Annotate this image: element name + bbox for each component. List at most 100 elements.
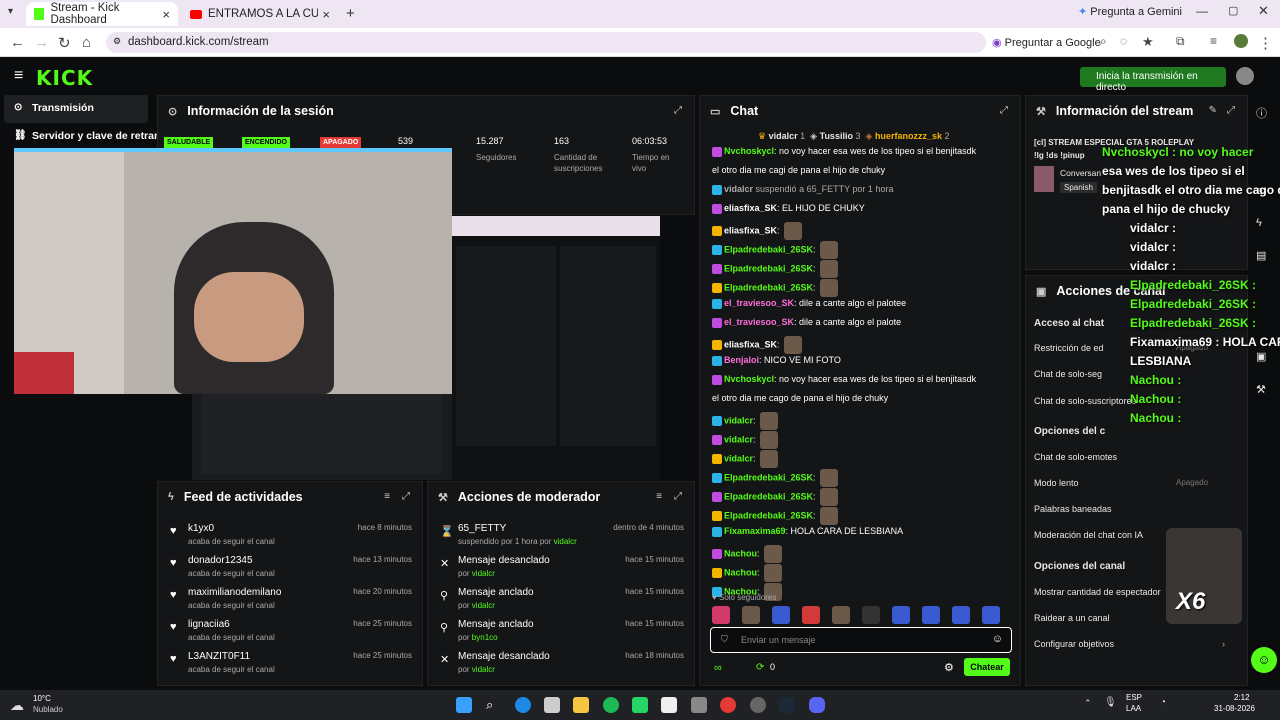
setting-item[interactable]: Raidear a un canal bbox=[1034, 613, 1110, 623]
setting-item[interactable]: Mostrar cantidad de espectador bbox=[1034, 587, 1161, 597]
obs-icon[interactable] bbox=[750, 697, 766, 713]
bookmark-star-icon[interactable]: ★ bbox=[1142, 34, 1154, 50]
tab-kick-dashboard[interactable]: Stream - Kick Dashboard × bbox=[26, 2, 178, 26]
url-field[interactable]: ⚙ dashboard.kick.com/stream ◉ Preguntar … bbox=[106, 32, 1101, 53]
clock-date[interactable]: 31-08-2026 bbox=[1214, 704, 1255, 713]
chevron-right-icon[interactable]: › bbox=[1222, 639, 1225, 649]
windows-start-icon[interactable] bbox=[456, 697, 472, 713]
setting-item[interactable]: Restricción de ed bbox=[1034, 343, 1104, 353]
send-chat-button[interactable]: Chatear bbox=[964, 658, 1010, 676]
spotify-icon[interactable] bbox=[603, 697, 619, 713]
chat-username[interactable]: Elpadredebaki_26SK bbox=[724, 244, 813, 254]
chat-username[interactable]: vidalcr bbox=[724, 415, 753, 425]
chat-username[interactable]: Elpadredebaki_26SK bbox=[724, 263, 813, 273]
chat-input[interactable]: ⛉ Enviar un mensaje ☺ bbox=[710, 627, 1012, 653]
chat-username[interactable]: Nachou bbox=[724, 567, 757, 577]
chat-username[interactable]: el_traviesoo_SK bbox=[724, 298, 794, 308]
infinity-icon[interactable]: ∞ bbox=[714, 662, 722, 674]
store-icon[interactable] bbox=[544, 697, 560, 713]
chat-username[interactable]: vidalcr bbox=[724, 434, 753, 444]
chat-username[interactable]: Nvchoskycl bbox=[724, 146, 774, 156]
chat-username[interactable]: Fixamaxima69 bbox=[724, 526, 786, 536]
emote-icon[interactable] bbox=[862, 606, 880, 624]
discord-icon[interactable] bbox=[809, 697, 825, 713]
expand-icon[interactable]: ⤢ bbox=[674, 105, 682, 116]
setting-item[interactable]: Modo lento bbox=[1034, 478, 1079, 488]
chat-username[interactable]: Elpadredebaki_26SK bbox=[724, 472, 813, 482]
chat-username[interactable]: Nvchoskycl bbox=[724, 374, 774, 384]
chat-username[interactable]: vidalcr bbox=[724, 184, 753, 194]
setting-item[interactable]: Chat de solo-seg bbox=[1034, 369, 1102, 379]
emote-icon[interactable] bbox=[772, 606, 790, 624]
filter-icon[interactable]: ≡ bbox=[656, 491, 662, 502]
profile-avatar[interactable] bbox=[1234, 34, 1248, 48]
info-icon[interactable]: ⓘ bbox=[1256, 105, 1267, 121]
expand-icon[interactable]: ⤢ bbox=[402, 491, 410, 502]
chat-username[interactable]: Elpadredebaki_26SK bbox=[724, 510, 813, 520]
tab-youtube[interactable]: ENTRAMOS A LA CUEVA DE LA × bbox=[182, 2, 338, 26]
zoom-icon[interactable]: ⌕ bbox=[1100, 34, 1107, 49]
tab-search-icon[interactable]: ▾ bbox=[8, 6, 13, 17]
emote-icon[interactable] bbox=[892, 606, 910, 624]
setting-item[interactable]: Palabras baneadas bbox=[1034, 504, 1112, 514]
close-icon[interactable]: × bbox=[322, 7, 330, 22]
forward-icon[interactable]: → bbox=[34, 34, 49, 51]
chat-username[interactable]: eliasfixa_SK bbox=[724, 225, 777, 235]
chat-username[interactable]: eliasfixa_SK bbox=[724, 339, 777, 349]
keyboard-layout[interactable]: LAA bbox=[1126, 704, 1141, 713]
sidebar-item-servidor[interactable]: ⛓ Servidor y clave de retran bbox=[4, 123, 164, 151]
media-icon[interactable]: ≡ bbox=[1210, 34, 1217, 48]
minimize-icon[interactable]: — bbox=[1196, 4, 1208, 18]
setting-item[interactable]: Configurar objetivos bbox=[1034, 639, 1114, 649]
steam-icon[interactable] bbox=[779, 697, 795, 713]
filter-icon[interactable]: ≡ bbox=[384, 491, 390, 502]
camera-icon[interactable] bbox=[691, 697, 707, 713]
help-fab[interactable]: ☺ bbox=[1251, 647, 1277, 673]
window-close-icon[interactable]: ✕ bbox=[1258, 3, 1269, 19]
tray-chevron-icon[interactable]: ⌃ bbox=[1084, 698, 1092, 709]
chat-username[interactable]: vidalcr bbox=[724, 453, 753, 463]
chat-username[interactable]: eliasfixa_SK bbox=[724, 203, 777, 213]
hamburger-menu-icon[interactable]: ≡ bbox=[14, 67, 23, 85]
expand-icon[interactable]: ⤢ bbox=[1000, 105, 1008, 116]
chat-username[interactable]: Elpadredebaki_26SK bbox=[724, 282, 813, 292]
menu-kebab-icon[interactable]: ⋮ bbox=[1258, 34, 1273, 52]
edit-icon[interactable]: ✎ bbox=[1209, 105, 1217, 116]
start-stream-button[interactable]: Inicia la transmisión en directo bbox=[1080, 67, 1226, 93]
reload-icon[interactable]: ↻ bbox=[58, 34, 71, 52]
eye-off-icon[interactable]: ◌ bbox=[1120, 34, 1127, 48]
whatsapp-icon[interactable] bbox=[632, 697, 648, 713]
xbox-icon[interactable] bbox=[661, 697, 677, 713]
chat-username[interactable]: Benjaloi bbox=[724, 355, 759, 365]
emote-icon[interactable] bbox=[952, 606, 970, 624]
edge-icon[interactable] bbox=[515, 697, 531, 713]
site-info-icon[interactable]: ⚙ bbox=[113, 36, 121, 47]
gemini-button[interactable]: ✦ Pregunta a Gemini bbox=[1078, 5, 1182, 18]
home-icon[interactable]: ⌂ bbox=[82, 34, 91, 51]
emote-icon[interactable] bbox=[922, 606, 940, 624]
chrome-icon[interactable] bbox=[720, 697, 736, 713]
emote-icon[interactable] bbox=[832, 606, 850, 624]
wifi-icon[interactable]: ◔ bbox=[1160, 697, 1166, 708]
chat-username[interactable]: Nachou bbox=[724, 548, 757, 558]
extensions-icon[interactable]: ⧉ bbox=[1176, 34, 1185, 49]
chat-username[interactable]: Elpadredebaki_26SK bbox=[724, 491, 813, 501]
kick-logo[interactable]: KICK bbox=[36, 66, 93, 90]
expand-icon[interactable]: ⤢ bbox=[1227, 105, 1235, 116]
explorer-icon[interactable] bbox=[573, 697, 589, 713]
new-tab-icon[interactable]: + bbox=[346, 5, 355, 22]
emoji-icon[interactable]: ☺ bbox=[992, 633, 1003, 645]
emote-icon[interactable] bbox=[802, 606, 820, 624]
settings-gear-icon[interactable]: ⚙ bbox=[944, 661, 954, 674]
maximize-icon[interactable]: ▢ bbox=[1228, 4, 1238, 17]
setting-item[interactable]: Moderación del chat con IA bbox=[1034, 530, 1143, 540]
user-avatar[interactable] bbox=[1236, 67, 1254, 85]
language-code[interactable]: ESP bbox=[1126, 693, 1142, 702]
clock-time[interactable]: 2:12 bbox=[1234, 693, 1250, 702]
emote-icon[interactable] bbox=[982, 606, 1000, 624]
emote-icon[interactable] bbox=[742, 606, 760, 624]
expand-icon[interactable]: ⤢ bbox=[674, 491, 682, 502]
search-icon[interactable]: ⌕ bbox=[486, 697, 502, 713]
chat-username[interactable]: el_traviesoo_SK bbox=[724, 317, 794, 327]
back-icon[interactable]: ← bbox=[10, 34, 25, 51]
